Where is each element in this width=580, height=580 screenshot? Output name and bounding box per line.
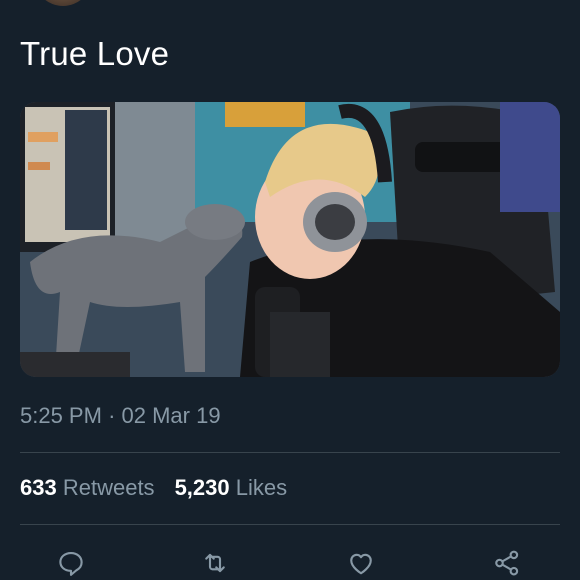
tweet-text: True Love [20, 35, 170, 72]
reply-button[interactable] [54, 546, 88, 580]
retweet-icon [205, 553, 225, 573]
retweets-label: Retweets [62, 475, 155, 500]
timestamp-separator: · [108, 403, 116, 428]
likes-stat[interactable]: 5,230 Likes [175, 474, 288, 502]
likes-count: 5,230 [174, 475, 230, 500]
likes-label: Likes [235, 475, 288, 500]
reply-icon [59, 551, 83, 576]
tweet-time: 5:25 PM [20, 403, 102, 428]
like-icon [350, 553, 372, 575]
retweets-count: 633 [20, 475, 57, 500]
divider [20, 524, 560, 525]
like-button[interactable] [344, 546, 378, 580]
retweets-stat[interactable]: 633 Retweets [20, 474, 155, 502]
share-button[interactable] [490, 546, 524, 580]
tweet-stats: 633 Retweets 5,230 Likes [20, 474, 287, 502]
divider [20, 452, 560, 453]
tweet-timestamp[interactable]: 5:25 PM · 02 Mar 19 [20, 402, 221, 430]
tweet-date: 02 Mar 19 [121, 403, 221, 428]
tweet-actions [0, 540, 580, 580]
retweet-button[interactable] [198, 546, 232, 580]
tweet-photo[interactable] [20, 102, 560, 377]
share-icon [495, 550, 519, 576]
photo-image [20, 102, 560, 377]
author-avatar[interactable] [34, 0, 92, 6]
